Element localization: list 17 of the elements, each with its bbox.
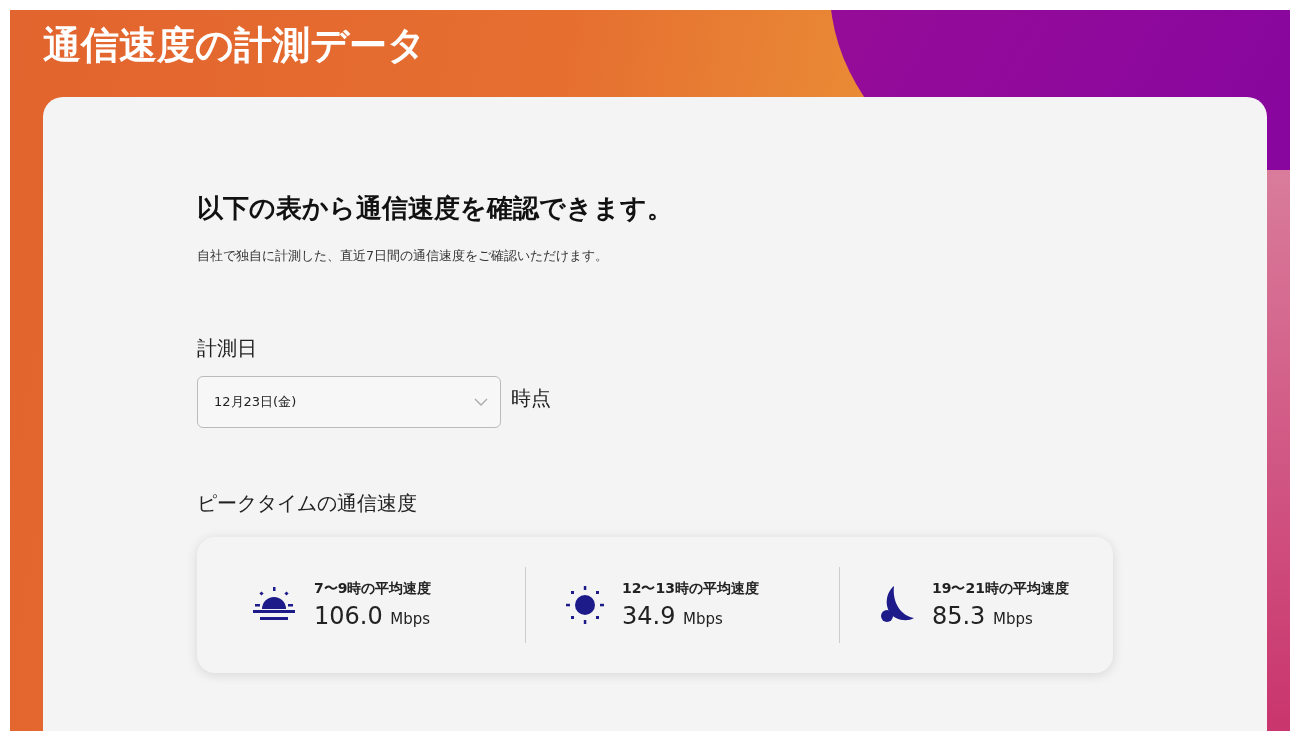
speed-value: 34.9 Mbps <box>621 602 724 630</box>
date-select[interactable]: 12月23日(金) <box>197 376 501 428</box>
peak-time-heading: ピークタイムの通信速度 <box>197 490 418 517</box>
description-text: 自社で独自に計測した、直近7日間の通信速度をご確認いただけます。 <box>197 248 609 265</box>
section-heading: 以下の表から通信速度を確認できます。 <box>197 192 674 225</box>
speed-label: 12〜13時の平均速度 <box>621 580 759 598</box>
speed-label: 19〜21時の平均速度 <box>931 580 1069 598</box>
sunrise-icon <box>252 587 296 623</box>
date-label: 計測日 <box>197 335 258 362</box>
date-suffix: 時点 <box>511 384 551 412</box>
page-title: 通信速度の計測データ <box>42 22 427 69</box>
speed-value: 106.0 Mbps <box>314 602 432 630</box>
crescent-moon-icon <box>879 586 914 624</box>
sun-icon <box>565 586 604 624</box>
speed-value: 85.3 Mbps <box>931 602 1034 630</box>
chevron-down-icon <box>474 398 488 406</box>
speed-label: 7〜9時の平均速度 <box>314 580 432 598</box>
